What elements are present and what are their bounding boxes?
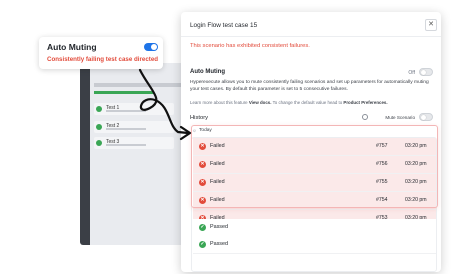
status-dot-icon	[96, 124, 102, 130]
history-row[interactable]: ✓ Passed	[193, 236, 436, 254]
auto-muting-heading: Auto Muting	[190, 69, 225, 75]
background-row-meta	[106, 110, 146, 112]
row-time: 03:20 pm	[405, 197, 427, 203]
test-case-panel: Login Flow test case 15 ✕ This scenario …	[181, 12, 441, 272]
row-status: Failed	[210, 143, 225, 149]
mute-scenario-label: Mute Scenario	[385, 115, 415, 120]
background-toolbar	[94, 83, 184, 87]
background-row[interactable]: Test 1	[94, 103, 174, 115]
x-circle-icon: ✕	[199, 179, 206, 186]
x-circle-icon: ✕	[199, 143, 206, 150]
history-heading: History	[190, 115, 209, 121]
background-row-meta	[106, 128, 146, 130]
row-time: 03:20 pm	[405, 179, 427, 185]
background-row[interactable]: Test 3	[94, 137, 174, 149]
row-run-number: #755	[376, 179, 388, 185]
background-progress	[94, 91, 154, 94]
auto-muting-card-toggle[interactable]	[144, 43, 158, 51]
product-preferences-link[interactable]: Product Preferences.	[343, 100, 387, 105]
row-status: Failed	[210, 161, 225, 167]
row-time: 03:20 pm	[405, 161, 427, 167]
check-circle-icon: ✓	[199, 241, 206, 248]
stage: Test 1 Test 2 Test 3 Login Flow test cas…	[0, 0, 474, 274]
background-row-meta	[106, 144, 146, 146]
close-icon[interactable]: ✕	[425, 19, 437, 31]
history-list: ✕ Failed #757 03:20 pm ✕ Failed #756 03:…	[191, 137, 437, 272]
view-docs-link[interactable]: View docs.	[249, 100, 272, 105]
learn-more-prefix: Learn more about this feature	[190, 100, 249, 105]
panel-title: Login Flow test case 15	[190, 22, 258, 29]
history-row[interactable]: ✕ Failed #756 03:20 pm	[193, 156, 436, 174]
auto-muting-card-subtitle: Consistently failing test case directed	[47, 56, 159, 63]
sun-icon: ☼	[192, 128, 197, 134]
history-row[interactable]: ✕ Failed #757 03:20 pm	[193, 138, 436, 156]
status-dot-icon	[96, 140, 102, 146]
background-sidebar	[80, 63, 90, 245]
history-row[interactable]: ✕ Failed #754 03:20 pm	[193, 192, 436, 210]
row-status: Passed	[210, 224, 228, 230]
row-status: Failed	[210, 197, 225, 203]
row-status: Passed	[210, 241, 228, 247]
row-time: 03:20 pm	[405, 143, 427, 149]
row-run-number: #756	[376, 161, 388, 167]
history-row[interactable]: ✓ Passed	[193, 219, 436, 237]
failure-alert: This scenario has exhibited consistent f…	[190, 43, 310, 49]
background-row[interactable]: Test 2	[94, 121, 174, 133]
mute-icon	[362, 114, 368, 120]
learn-more-text: Learn more about this feature View docs.…	[190, 100, 388, 105]
history-row[interactable]: ✕ Failed #755 03:20 pm	[193, 174, 436, 192]
auto-muting-state-label: Off	[408, 70, 415, 76]
history-group-label: Today	[199, 128, 212, 133]
auto-muting-toggle[interactable]	[419, 68, 433, 76]
check-circle-icon: ✓	[199, 224, 206, 231]
row-run-number: #754	[376, 197, 388, 203]
row-status: Failed	[210, 179, 225, 185]
row-run-number: #757	[376, 143, 388, 149]
learn-more-mid: To change the default value head to	[271, 100, 344, 105]
divider	[181, 36, 441, 37]
mute-scenario-toggle[interactable]	[419, 113, 433, 121]
auto-muting-card-title: Auto Muting	[47, 42, 97, 52]
auto-muting-card: Auto Muting Consistently failing test ca…	[39, 37, 163, 69]
background-app-window: Test 1 Test 2 Test 3	[80, 63, 190, 245]
status-dot-icon	[96, 106, 102, 112]
x-circle-icon: ✕	[199, 197, 206, 204]
x-circle-icon: ✕	[199, 161, 206, 168]
auto-muting-description: Hyperexecute allows you to mute consiste…	[190, 80, 429, 92]
